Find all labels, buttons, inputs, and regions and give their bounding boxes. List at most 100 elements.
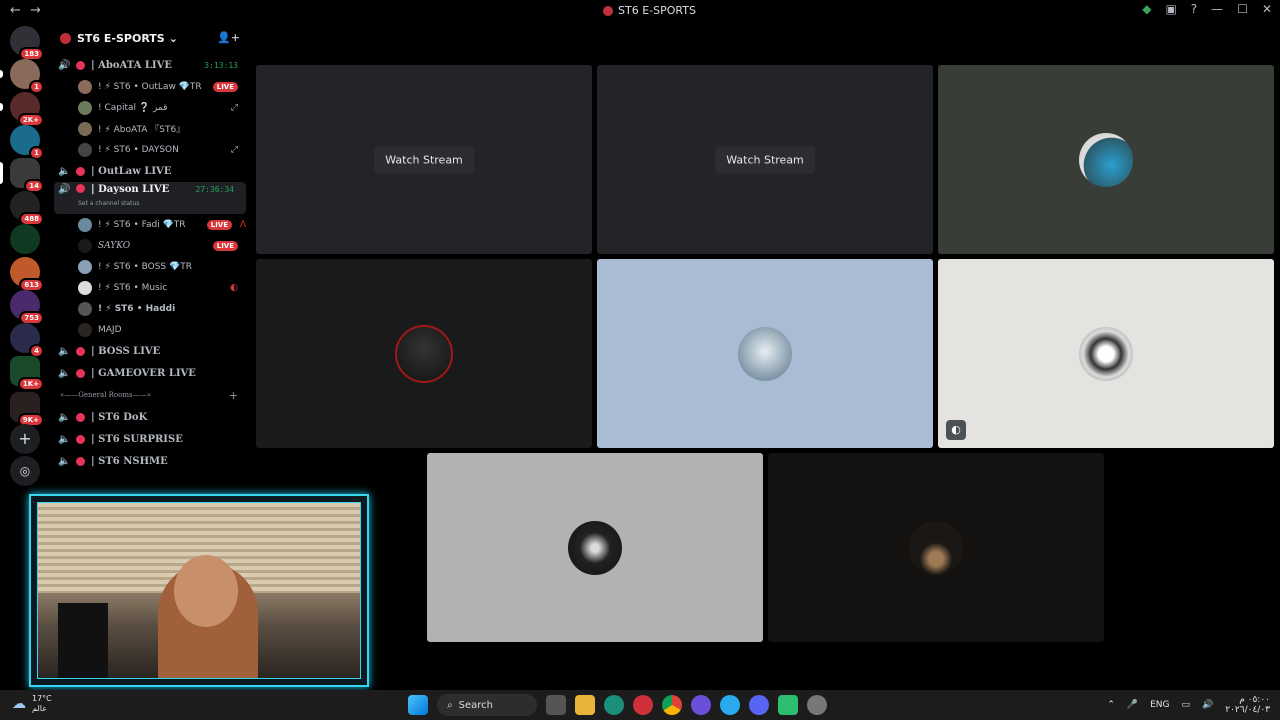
voice-channel[interactable]: 🔊 | AboATA LIVE 3:13:13 <box>50 54 250 76</box>
server-logo-icon <box>603 5 613 16</box>
maximize-button[interactable]: ☐ <box>1237 2 1248 16</box>
server-icon[interactable]: 488 <box>10 191 44 226</box>
voice-channel[interactable]: 🔈 | BOSS LIVE <box>50 340 250 362</box>
avatar <box>395 324 453 383</box>
avatar <box>78 301 92 316</box>
user-tile[interactable] <box>256 259 592 448</box>
voice-video-grid: Watch Stream Watch Stream ◐ <box>250 22 1280 690</box>
user-tile[interactable] <box>597 259 933 448</box>
voice-user[interactable]: ! ⚡ ST6 • OutLaw 💎TR LIVE <box>50 76 250 97</box>
title-bar: ← → ST6 E-SPORTS ◆ ▣ ? — ☐ ✕ <box>0 0 1280 22</box>
voice-channel[interactable]: 🔈 | OutLaw LIVE <box>50 160 250 182</box>
clock[interactable]: ٠٥:٠٠ م ٢٠٢٦/٠٤/٠٣ <box>1225 695 1270 715</box>
voice-channel[interactable]: 🔈 | ST6 SURPRISE <box>50 428 250 450</box>
avatar <box>78 142 92 157</box>
server-folder-icon[interactable]: 1K+ <box>10 356 44 391</box>
weather-widget[interactable]: ☁ 17°C عالم <box>12 694 52 714</box>
discord-icon[interactable] <box>749 695 769 715</box>
minimize-button[interactable]: — <box>1211 2 1223 16</box>
avatar <box>78 100 92 115</box>
server-folder-icon[interactable]: 9K+ <box>10 392 44 427</box>
avatar <box>1079 326 1133 381</box>
search-icon: ⌕ <box>447 699 453 711</box>
server-icon[interactable]: 2K+ <box>0 92 44 127</box>
app-icon[interactable] <box>778 695 798 715</box>
direct-messages-icon[interactable]: 183 <box>10 26 44 61</box>
voice-user[interactable]: ! ⚡ ST6 • Fadi 💎TR LIVE Λ <box>50 214 250 235</box>
language-indicator[interactable]: ENG <box>1150 700 1169 710</box>
chrome-icon[interactable] <box>662 695 682 715</box>
avatar <box>78 238 92 253</box>
voice-user[interactable]: ! ⚡ ST6 • BOSS 💎TR <box>50 256 250 277</box>
user-tile[interactable] <box>768 453 1104 642</box>
add-channel-icon[interactable]: + <box>229 389 238 402</box>
channel-status[interactable]: Set a channel status <box>78 200 139 207</box>
server-icon[interactable]: 753 <box>10 290 44 325</box>
user-tile[interactable]: ◐ <box>938 259 1274 448</box>
back-icon[interactable]: ← <box>10 3 21 18</box>
settings-icon[interactable] <box>807 695 827 715</box>
live-dot-icon <box>76 412 85 422</box>
voice-user[interactable]: ! ⚡ ST6 • Haddi <box>50 298 250 319</box>
taskbar-search[interactable]: ⌕ Search <box>437 694 537 716</box>
forward-icon[interactable]: → <box>30 3 41 18</box>
app-icon[interactable] <box>633 695 653 715</box>
voice-user[interactable]: ! ⚡ ST6 • Music ◐ <box>50 277 250 298</box>
voice-user[interactable]: MAJD <box>50 319 250 340</box>
help-icon[interactable]: ? <box>1191 2 1197 16</box>
headset-icon: ◐ <box>946 420 966 440</box>
voice-channel-active[interactable]: 🔊 | Dayson LIVE 27:36:34 Set a channel s… <box>54 182 246 214</box>
avatar <box>78 259 92 274</box>
mute-icon: ⤢ <box>230 144 238 155</box>
voice-channel[interactable]: 🔈 | ST6 NSHME <box>50 450 250 472</box>
close-button[interactable]: ✕ <box>1262 2 1272 16</box>
user-tile[interactable] <box>938 65 1274 254</box>
speaker-icon: 🔈 <box>58 411 71 423</box>
telegram-icon[interactable] <box>720 695 740 715</box>
voice-user[interactable]: SAYKO LIVE <box>50 235 250 256</box>
server-icon[interactable] <box>10 224 40 254</box>
task-view-icon[interactable] <box>546 695 566 715</box>
system-tray: ⌃ 🎤 ENG ▭ 🔊 ٠٥:٠٠ م ٢٠٢٦/٠٤/٠٣ <box>1107 695 1270 715</box>
voice-user[interactable]: ! ⚡ AboATA 『ST6』 <box>50 118 250 139</box>
server-icon[interactable]: 613 <box>10 257 44 292</box>
avatar <box>1079 132 1133 187</box>
volume-icon[interactable]: 🔊 <box>1202 700 1213 710</box>
avatar <box>78 280 92 295</box>
add-server-icon[interactable]: + <box>10 424 40 454</box>
server-icon[interactable]: 1 <box>0 59 44 94</box>
server-header[interactable]: ST6 E-SPORTS ⌄ 👤+ <box>50 22 250 54</box>
avatar <box>568 520 622 575</box>
live-dot-icon <box>76 166 85 176</box>
voice-channel[interactable]: 🔈 | ST6 DoK <box>50 406 250 428</box>
chevron-up-icon[interactable]: ⌃ <box>1107 700 1115 710</box>
user-tile[interactable] <box>427 453 763 642</box>
speaker-icon: 🔈 <box>58 165 71 177</box>
stream-tile[interactable]: Watch Stream <box>256 65 592 254</box>
app-icon[interactable] <box>691 695 711 715</box>
file-explorer-icon[interactable] <box>575 695 595 715</box>
headset-icon: ◐ <box>230 282 238 293</box>
voice-user[interactable]: ! ⚡ ST6 • DAYSON ⤢ <box>50 139 250 160</box>
nitro-icon[interactable]: ◆ <box>1142 2 1151 16</box>
edge-icon[interactable] <box>604 695 624 715</box>
voice-channel[interactable]: 🔈 | GAMEOVER LIVE <box>50 362 250 384</box>
live-dot-icon <box>76 368 85 378</box>
windows-start-icon[interactable] <box>408 695 428 715</box>
server-icon-active[interactable]: 14 <box>0 158 44 193</box>
server-icon[interactable]: 1 <box>10 125 44 160</box>
add-user-icon[interactable]: 👤+ <box>217 31 240 44</box>
inbox-icon[interactable]: ▣ <box>1165 2 1176 16</box>
watch-stream-button[interactable]: Watch Stream <box>715 146 815 173</box>
taskbar: ☁ 17°C عالم ⌕ Search ⌃ 🎤 ENG ▭ 🔊 ٠٥:٠٠ م … <box>0 690 1280 720</box>
microphone-icon[interactable]: 🎤 <box>1127 700 1138 710</box>
avatar <box>909 520 963 575</box>
explore-icon[interactable]: ◎ <box>10 456 40 486</box>
category-header[interactable]: «——General Rooms——» + <box>50 384 250 406</box>
stream-tile[interactable]: Watch Stream <box>597 65 933 254</box>
voice-user[interactable]: ! Capital ❔ قمر ⤢ <box>50 97 250 118</box>
avatar <box>78 121 92 136</box>
network-icon[interactable]: ▭ <box>1182 700 1191 710</box>
server-icon[interactable]: 4 <box>10 323 44 358</box>
watch-stream-button[interactable]: Watch Stream <box>374 146 474 173</box>
